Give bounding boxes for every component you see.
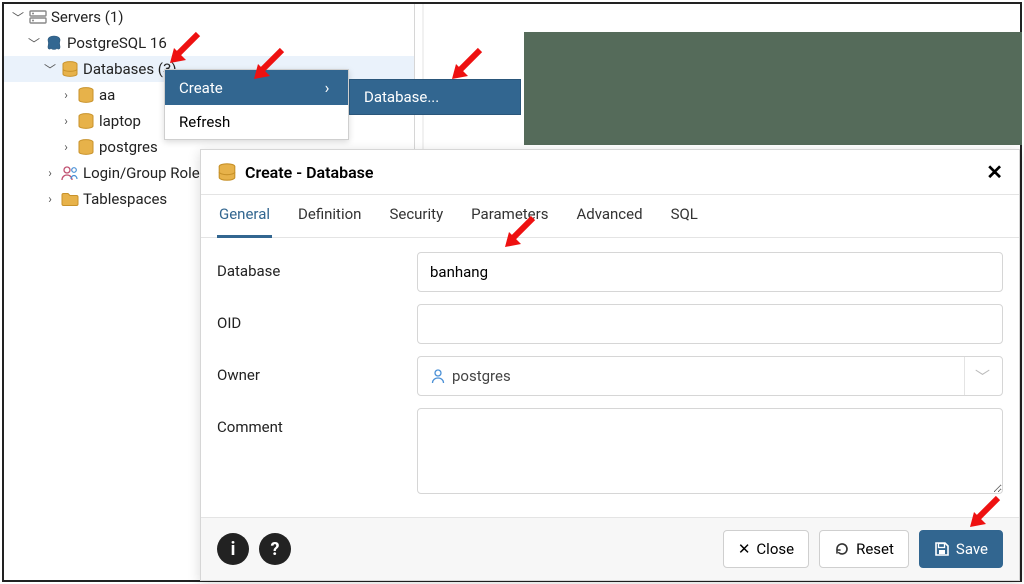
properties-panel-bg [524, 32, 1022, 145]
create-database-dialog: Create - Database ✕ General Definition S… [200, 149, 1020, 581]
tree-label: laptop [99, 112, 141, 130]
context-menu-refresh[interactable]: Refresh [165, 105, 348, 139]
dialog-title: Create - Database [217, 162, 374, 182]
tree-label: Login/Group Roles [83, 164, 207, 182]
chevron-down-icon: ﹀ [27, 35, 41, 52]
menu-label: Refresh [179, 113, 230, 131]
tab-general[interactable]: General [217, 195, 272, 238]
tree-label: aa [99, 86, 115, 104]
chevron-right-icon: › [59, 114, 73, 128]
elephant-icon [44, 33, 64, 53]
database-icon [76, 137, 96, 157]
dialog-close-button[interactable]: ✕ [986, 160, 1003, 184]
info-icon: i [231, 539, 236, 560]
user-icon [430, 368, 446, 384]
reset-button[interactable]: Reset [819, 530, 909, 568]
context-menu: Create › Refresh [164, 69, 349, 140]
folder-icon [60, 189, 80, 209]
reset-icon [834, 541, 850, 557]
database-icon [217, 162, 237, 182]
comment-textarea[interactable] [417, 408, 1003, 494]
close-icon: ✕ [986, 160, 1003, 184]
button-label: Reset [856, 540, 894, 558]
owner-value: postgres [452, 367, 511, 385]
oid-input[interactable] [417, 304, 1003, 344]
tree-servers[interactable]: ﹀ Servers (1) [4, 4, 414, 30]
chevron-right-icon: › [43, 192, 57, 206]
chevron-right-icon: › [59, 140, 73, 154]
close-icon: ✕ [738, 540, 751, 558]
chevron-down-icon: ﹀ [43, 61, 57, 78]
database-field-label: Database [217, 252, 417, 280]
tree-label: postgres [99, 138, 158, 156]
dialog-tabs: General Definition Security Parameters A… [201, 195, 1019, 238]
chevron-right-icon: › [320, 78, 334, 97]
context-menu-create[interactable]: Create › [165, 70, 348, 105]
chevron-down-icon: ﹀ [11, 9, 25, 26]
dialog-title-text: Create - Database [245, 163, 374, 182]
chevron-right-icon: › [59, 88, 73, 102]
context-submenu-database[interactable]: Database... [349, 79, 521, 115]
help-icon: ? [271, 539, 280, 560]
chevron-right-icon: › [43, 166, 57, 180]
owner-select[interactable]: postgres ﹀ [417, 356, 1003, 396]
oid-field-label: OID [217, 304, 417, 332]
save-button[interactable]: Save [919, 530, 1003, 568]
comment-field-label: Comment [217, 408, 417, 436]
close-button[interactable]: ✕ Close [723, 530, 809, 568]
servers-icon [28, 7, 48, 27]
button-label: Close [756, 540, 794, 558]
tab-sql[interactable]: SQL [669, 195, 700, 237]
chevron-down-icon: ﹀ [964, 357, 990, 395]
database-name-input[interactable] [417, 252, 1003, 292]
save-icon [934, 541, 950, 557]
database-icon [76, 85, 96, 105]
menu-label: Database... [364, 88, 439, 106]
database-icon [76, 111, 96, 131]
tab-parameters[interactable]: Parameters [469, 195, 550, 237]
button-label: Save [956, 540, 988, 558]
menu-label: Create [179, 79, 223, 97]
owner-field-label: Owner [217, 356, 417, 384]
database-icon [60, 59, 80, 79]
tree-server-postgresql[interactable]: ﹀ PostgreSQL 16 [4, 30, 414, 56]
tree-label: Servers (1) [51, 8, 124, 26]
tab-advanced[interactable]: Advanced [574, 195, 644, 237]
tree-label: PostgreSQL 16 [67, 34, 167, 52]
tree-label: Tablespaces [83, 190, 167, 208]
tab-definition[interactable]: Definition [296, 195, 363, 237]
users-icon [60, 163, 80, 183]
info-button[interactable]: i [217, 533, 249, 565]
tree-label: Databases (3) [83, 60, 177, 78]
tab-security[interactable]: Security [387, 195, 445, 237]
help-button[interactable]: ? [259, 533, 291, 565]
